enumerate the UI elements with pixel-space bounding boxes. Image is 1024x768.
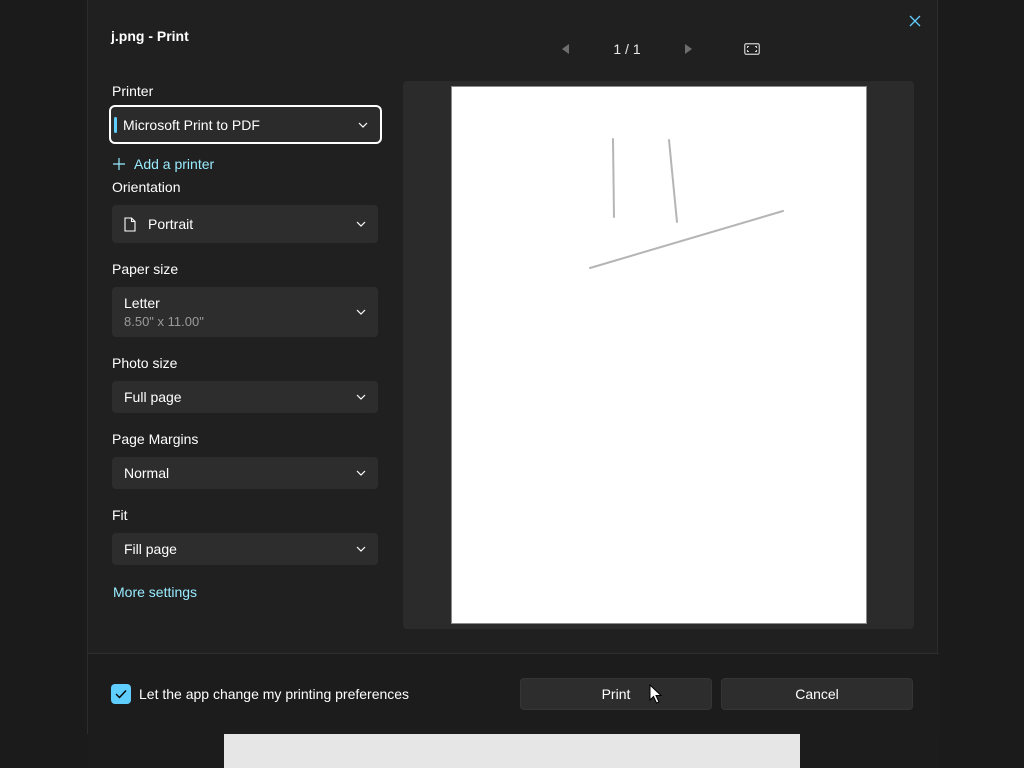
paper-size-select[interactable]: Letter 8.50" x 11.00" bbox=[112, 287, 378, 337]
triangle-right-icon bbox=[685, 44, 692, 54]
fit-to-window-icon bbox=[744, 43, 760, 55]
chevron-down-icon bbox=[356, 546, 366, 552]
paper-size-dimensions: 8.50" x 11.00" bbox=[124, 314, 204, 329]
plus-icon bbox=[113, 158, 125, 170]
chevron-down-icon bbox=[356, 394, 366, 400]
triangle-left-icon bbox=[562, 44, 569, 54]
printer-value: Microsoft Print to PDF bbox=[123, 116, 260, 133]
photo-size-select[interactable]: Full page bbox=[112, 381, 378, 413]
paper-size-label: Paper size bbox=[112, 261, 179, 277]
close-button[interactable] bbox=[903, 9, 927, 33]
print-preview-area bbox=[403, 81, 914, 629]
chevron-down-icon bbox=[356, 470, 366, 476]
previous-page-button[interactable] bbox=[558, 38, 574, 60]
orientation-select[interactable]: Portrait bbox=[112, 205, 378, 243]
chevron-down-icon bbox=[358, 122, 368, 128]
page-margins-value: Normal bbox=[124, 465, 170, 481]
background-right bbox=[938, 0, 1024, 768]
printing-preferences-checkbox[interactable]: Let the app change my printing preferenc… bbox=[111, 684, 409, 704]
printer-select[interactable]: Microsoft Print to PDF bbox=[109, 105, 382, 144]
preview-sketch bbox=[589, 138, 784, 269]
fit-label: Fit bbox=[112, 507, 128, 523]
print-dialog: j.png - Print 1 / 1 Printer Microsoft Pr… bbox=[87, 0, 939, 734]
paper-size-value: Letter bbox=[124, 295, 160, 311]
photo-size-value: Full page bbox=[124, 389, 182, 405]
checkbox-label: Let the app change my printing preferenc… bbox=[139, 686, 410, 702]
focus-accent-bar bbox=[114, 117, 117, 133]
background-left bbox=[0, 0, 87, 768]
add-printer-link[interactable]: Add a printer bbox=[112, 154, 214, 174]
mouse-cursor-icon bbox=[649, 684, 663, 704]
fit-select[interactable]: Fill page bbox=[112, 533, 378, 565]
checkbox-box bbox=[111, 684, 131, 704]
page-counter: 1 / 1 bbox=[613, 41, 641, 57]
add-printer-label: Add a printer bbox=[134, 156, 215, 172]
fit-value: Fill page bbox=[124, 541, 177, 557]
checkmark-icon bbox=[115, 690, 127, 699]
chevron-down-icon bbox=[356, 309, 366, 315]
cancel-button[interactable]: Cancel bbox=[721, 678, 913, 710]
page-margins-select[interactable]: Normal bbox=[112, 457, 378, 489]
chevron-down-icon bbox=[356, 221, 366, 227]
orientation-label: Orientation bbox=[112, 179, 181, 195]
close-icon bbox=[909, 15, 921, 27]
next-page-button[interactable] bbox=[680, 38, 696, 60]
more-settings-link[interactable]: More settings bbox=[113, 584, 197, 600]
print-button[interactable]: Print bbox=[520, 678, 712, 710]
photo-size-label: Photo size bbox=[112, 355, 178, 371]
printer-label: Printer bbox=[112, 83, 154, 99]
orientation-value: Portrait bbox=[148, 216, 194, 232]
fit-to-window-button[interactable] bbox=[742, 38, 762, 60]
background-document-bottom bbox=[224, 734, 800, 768]
dialog-title: j.png - Print bbox=[111, 28, 189, 44]
document-icon bbox=[124, 216, 136, 232]
page-margins-label: Page Margins bbox=[112, 431, 199, 447]
preview-page bbox=[451, 86, 867, 624]
